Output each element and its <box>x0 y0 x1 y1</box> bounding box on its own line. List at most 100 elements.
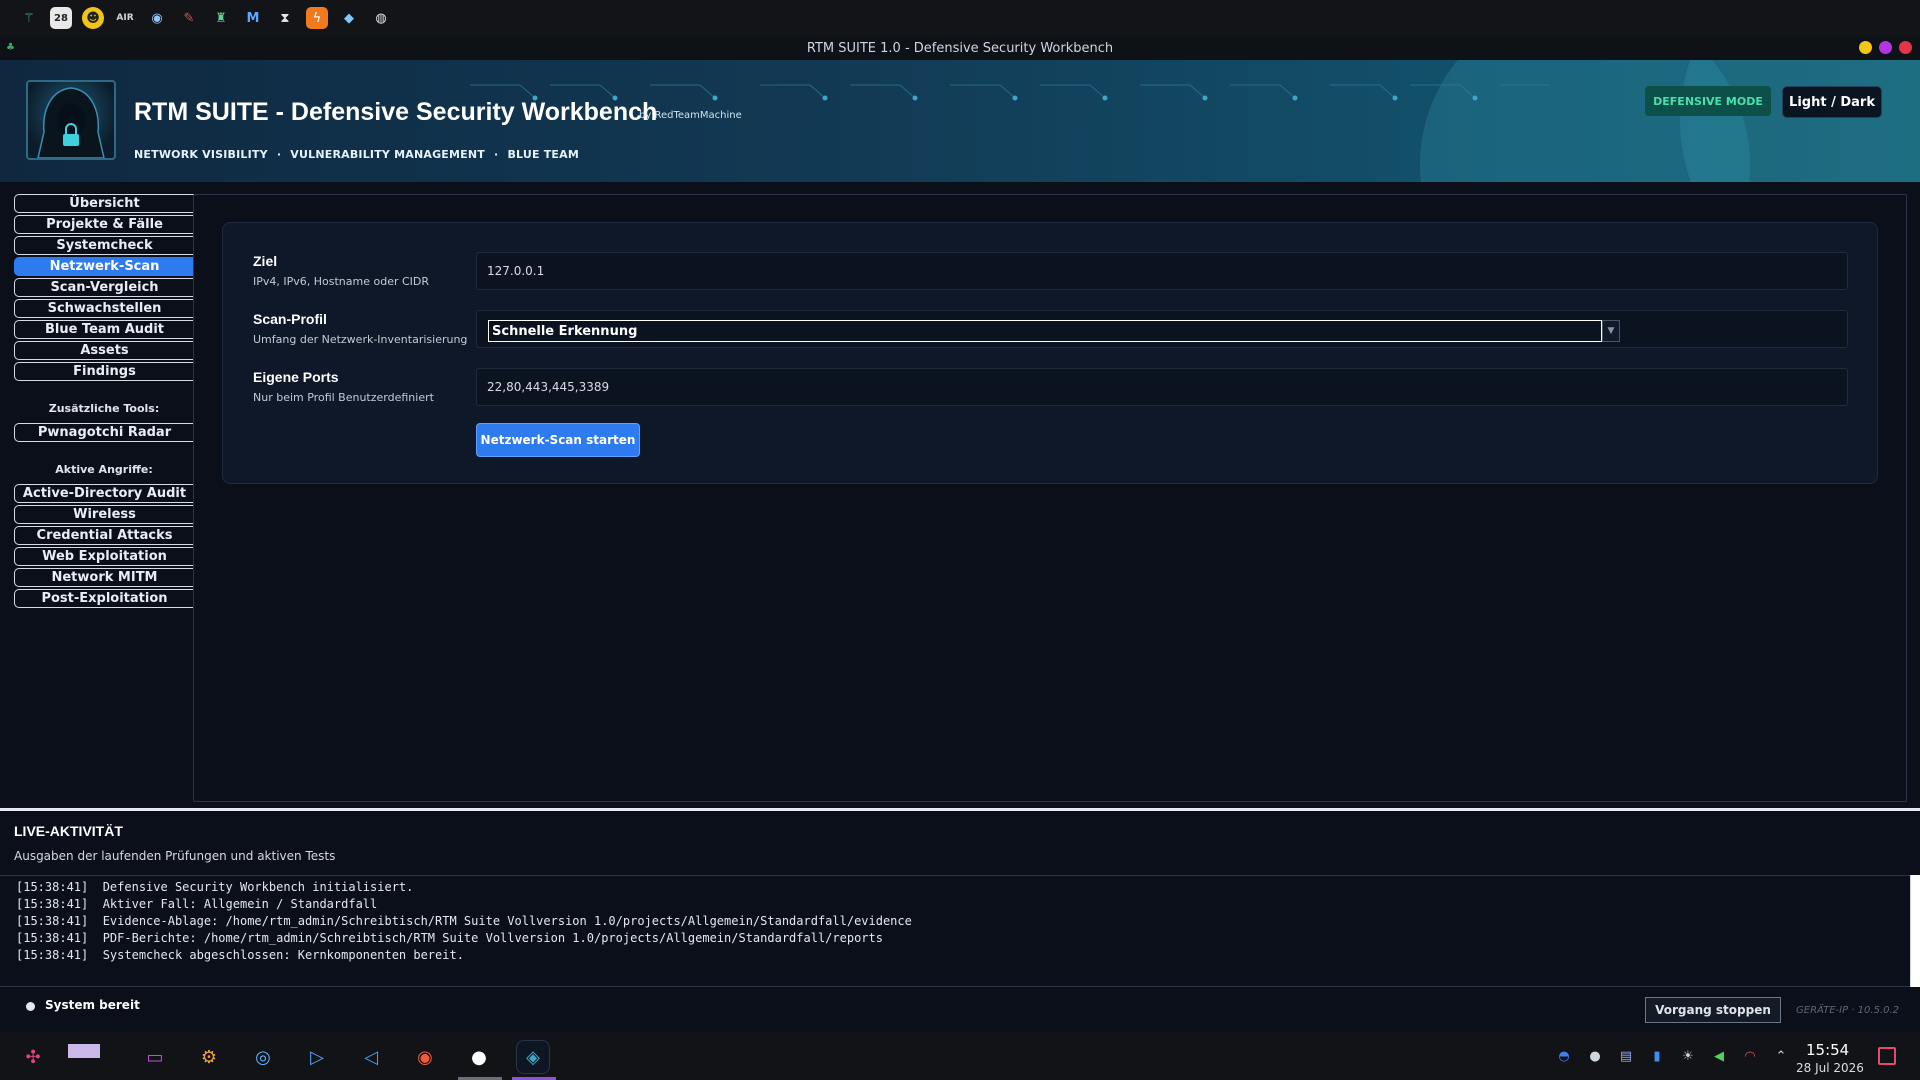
app-header: RTM SUITE - Defensive Security Workbench… <box>0 60 1920 182</box>
air-icon[interactable]: AIR <box>114 7 136 29</box>
scan-profile-value[interactable]: Schnelle Erkennung <box>488 320 1602 342</box>
sidebar-item-systemcheck[interactable]: Systemcheck <box>14 236 194 255</box>
log-time: [15:38:41] <box>16 948 89 962</box>
sidebar-item-assets[interactable]: Assets <box>14 341 194 360</box>
settings-icon[interactable]: ⚙ <box>192 1040 226 1074</box>
target-input[interactable]: 127.0.0.1 <box>476 252 1848 290</box>
defensive-mode-badge: DEFENSIVE MODE <box>1645 86 1771 116</box>
theme-toggle-button[interactable]: Light / Dark <box>1782 86 1882 118</box>
log-line: [15:38:41] Evidence-Ablage: /home/rtm_ad… <box>16 913 1894 930</box>
github-icon[interactable]: ● <box>462 1040 496 1074</box>
log-line: [15:38:41] Systemcheck abgeschlossen: Ke… <box>16 947 1894 964</box>
scan-form-card: Ziel IPv4, IPv6, Hostname oder CIDR 127.… <box>222 222 1878 484</box>
tag-network-visibility: NETWORK VISIBILITY <box>134 148 268 161</box>
burp-icon[interactable]: ϟ <box>306 7 328 29</box>
sidebar-item-network-mitm[interactable]: Network MITM <box>14 568 194 587</box>
log-line: [15:38:41] Aktiver Fall: Allgemein / Sta… <box>16 896 1894 913</box>
hourglass-icon[interactable]: ⧗ <box>274 7 296 29</box>
syringe-icon[interactable]: ✎ <box>178 7 200 29</box>
stop-process-button[interactable]: Vorgang stoppen <box>1645 997 1781 1023</box>
sidebar-item-post-exploitation[interactable]: Post-Exploitation <box>14 589 194 608</box>
tag-blue-team: BLUE TEAM <box>507 148 580 161</box>
app-leaf-icon: ♣ <box>6 42 15 53</box>
files-icon[interactable]: ▭ <box>138 1040 172 1074</box>
chrome-icon[interactable]: ◎ <box>246 1040 280 1074</box>
calendar-icon[interactable]: 28 <box>50 7 72 29</box>
log-time: [15:38:41] <box>16 931 89 945</box>
sidebar-item-blue-team-audit[interactable]: Blue Team Audit <box>14 320 194 339</box>
log-text: Aktiver Fall: Allgemein / Standardfall <box>102 897 378 911</box>
live-activity-panel: LIVE-AKTIVITÄT Ausgaben der laufenden Pr… <box>0 811 1920 1032</box>
header-tags: NETWORK VISIBILITY · VULNERABILITY MANAG… <box>134 148 579 161</box>
sidebar-item-projekte[interactable]: Projekte & Fälle <box>14 215 194 234</box>
ports-input[interactable]: 22,80,443,445,3389 <box>476 368 1848 406</box>
system-tray: ◓ ● ▤ ▮ ☀ ◀ ◠ ⌃ <box>1554 1046 1791 1066</box>
start-scan-button[interactable]: Netzwerk-Scan starten <box>476 423 640 457</box>
rtm-suite-icon[interactable]: ◈ <box>516 1040 550 1074</box>
sidebar-item-schwachstellen[interactable]: Schwachstellen <box>14 299 194 318</box>
live-subtitle: Ausgaben der laufenden Prüfungen und akt… <box>14 849 336 863</box>
maximize-button[interactable] <box>1879 41 1892 54</box>
top-system-panel: ⚚ 28 ☻ AIR ◉ ✎ ♜ M ⧗ ϟ ◆ ◍ <box>0 0 1920 36</box>
log-time: [15:38:41] <box>16 897 89 911</box>
clock-date[interactable]: 28 Jul 2026 <box>1796 1061 1864 1075</box>
sidebar-item-uebersicht[interactable]: Übersicht <box>14 194 194 213</box>
chevron-up-icon[interactable]: ⌃ <box>1771 1046 1791 1066</box>
main-area: Übersicht Projekte & Fälle Systemcheck N… <box>0 182 1920 808</box>
firefox-icon[interactable]: ◉ <box>408 1040 442 1074</box>
sidebar-item-ad-audit[interactable]: Active-Directory Audit <box>14 484 194 503</box>
terminal-icon[interactable]: ▷ <box>300 1040 334 1074</box>
battery-icon[interactable]: ▮ <box>1647 1046 1667 1066</box>
metasploit-icon[interactable]: M <box>242 7 264 29</box>
launcher-icon[interactable]: ✣ <box>16 1040 50 1074</box>
minimize-button[interactable] <box>1859 41 1872 54</box>
sidebar-item-netzwerk-scan[interactable]: Netzwerk-Scan <box>14 257 194 276</box>
log-time: [15:38:41] <box>16 914 89 928</box>
header-decoration <box>1680 60 1920 182</box>
log-text: PDF-Berichte: /home/rtm_admin/Schreibtis… <box>102 931 883 945</box>
sidebar-item-pwnagotchi-radar[interactable]: Pwnagotchi Radar <box>14 423 194 442</box>
log-line: [15:38:41] Defensive Security Workbench … <box>16 879 1894 896</box>
show-desktop-icon[interactable] <box>1878 1047 1896 1065</box>
brightness-icon[interactable]: ☀ <box>1678 1046 1698 1066</box>
workspace-switcher-icon[interactable] <box>56 1040 112 1074</box>
sidebar-item-scan-vergleich[interactable]: Scan-Vergleich <box>14 278 194 297</box>
app-byline: by RedTeamMachine <box>639 110 742 121</box>
globe-shield-icon[interactable]: ◍ <box>370 7 392 29</box>
log-text: Evidence-Ablage: /home/rtm_admin/Schreib… <box>102 914 912 928</box>
activity-log[interactable]: [15:38:41] Defensive Security Workbench … <box>0 875 1910 987</box>
vpn-icon[interactable]: ◓ <box>1554 1046 1574 1066</box>
volume-icon[interactable]: ◀ <box>1709 1046 1729 1066</box>
android-icon[interactable]: ♜ <box>210 7 232 29</box>
app-title: RTM SUITE - Defensive Security Workbench <box>134 98 658 126</box>
ports-label: Eigene Ports <box>253 369 339 385</box>
clock-time[interactable]: 15:54 <box>1806 1041 1849 1059</box>
tag-vulnerability-management: VULNERABILITY MANAGEMENT <box>290 148 485 161</box>
clipboard-icon[interactable]: ▤ <box>1616 1046 1636 1066</box>
wifi-icon[interactable]: ◠ <box>1740 1046 1760 1066</box>
github-tray-icon[interactable]: ● <box>1585 1046 1605 1066</box>
sidebar-item-credential-attacks[interactable]: Credential Attacks <box>14 526 194 545</box>
log-line: [15:38:41] PDF-Berichte: /home/rtm_admin… <box>16 930 1894 947</box>
ports-hint: Nur beim Profil Benutzerdefiniert <box>253 391 434 404</box>
log-time: [15:38:41] <box>16 880 89 894</box>
fish-icon[interactable]: ◆ <box>338 7 360 29</box>
vscode-icon[interactable]: ◁ <box>354 1040 388 1074</box>
tag-separator: · <box>494 148 499 161</box>
drone-icon[interactable]: ◉ <box>146 7 168 29</box>
sidebar-item-web-exploitation[interactable]: Web Exploitation <box>14 547 194 566</box>
radar-icon[interactable]: ⚚ <box>18 7 40 29</box>
close-button[interactable] <box>1899 41 1912 54</box>
target-label: Ziel <box>253 253 278 269</box>
sidebar-item-findings[interactable]: Findings <box>14 362 194 381</box>
alien-icon[interactable]: ☻ <box>82 7 104 29</box>
log-scrollbar[interactable] <box>1910 875 1920 987</box>
sidebar-item-wireless[interactable]: Wireless <box>14 505 194 524</box>
attacks-heading: Aktive Angriffe: <box>55 463 153 476</box>
target-hint: IPv4, IPv6, Hostname oder CIDR <box>253 275 430 288</box>
scan-profile-label: Scan-Profil <box>253 311 327 327</box>
scan-profile-select[interactable]: Schnelle Erkennung ▼ <box>476 310 1848 348</box>
chevron-down-icon[interactable]: ▼ <box>1602 320 1620 342</box>
log-text: Systemcheck abgeschlossen: Kernkomponent… <box>102 948 464 962</box>
window-controls <box>1859 41 1912 54</box>
